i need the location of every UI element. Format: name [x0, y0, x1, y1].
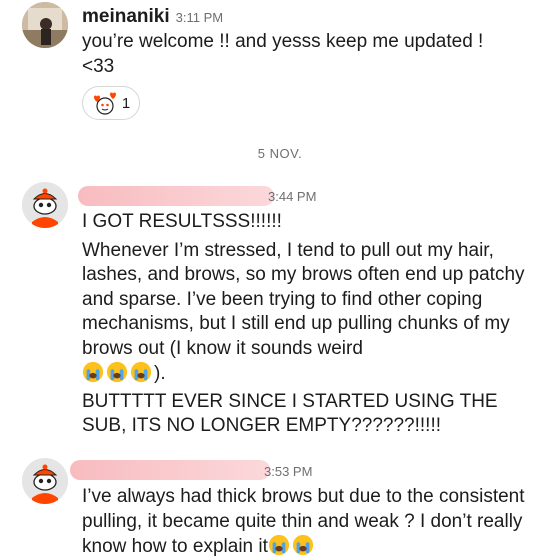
avatar-snoo[interactable] [22, 182, 68, 228]
date-separator: 5 NOV. [257, 146, 303, 161]
timestamp: 3:53 PM [264, 464, 313, 479]
message-text: Whenever I’m stressed, I tend to pull ou… [82, 239, 525, 359]
message-body: I GOT RESULTSSS!!!!!! Whenever I’m stres… [82, 210, 542, 439]
crying-emoji-icon [82, 361, 154, 384]
avatar-meinaniki[interactable] [22, 2, 68, 48]
redaction-mark [78, 186, 274, 206]
avatar-snoo[interactable] [22, 458, 68, 504]
crying-emoji-icon [268, 534, 316, 557]
heart-snoo-icon [93, 92, 116, 115]
reaction-pill[interactable]: 1 [82, 86, 140, 120]
message-paragraph: Whenever I’m stressed, I tend to pull ou… [82, 239, 542, 387]
reaction-count: 1 [121, 94, 131, 112]
message-body: I’ve always had thick brows but due to t… [82, 485, 550, 560]
message-paragraph: I’ve always had thick brows but due to t… [82, 485, 550, 560]
message-line: you’re welcome !! and yesss keep me upda… [82, 31, 484, 52]
message-text: ). [154, 363, 166, 384]
username[interactable]: meinaniki [82, 6, 170, 27]
message-paragraph: I GOT RESULTSSS!!!!!! [82, 211, 282, 232]
message-line: <33 [82, 55, 115, 77]
message-body: you’re welcome !! and yesss keep me upda… [82, 30, 542, 79]
timestamp: 3:44 PM [268, 189, 317, 204]
timestamp: 3:11 PM [175, 10, 224, 25]
message-paragraph: BUTTTTT EVER SINCE I STARTED USING THE S… [82, 390, 498, 437]
redaction-mark [70, 460, 270, 480]
